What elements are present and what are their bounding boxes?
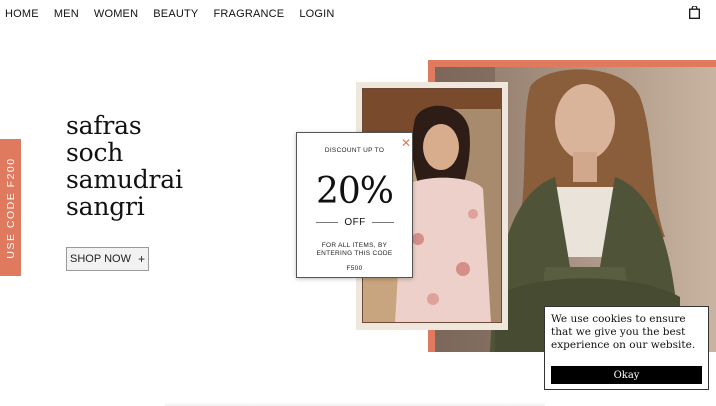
nav-item-women[interactable]: WOMEN: [94, 8, 138, 20]
popup-off-label: OFF: [344, 216, 366, 228]
popup-percent: 20%: [315, 171, 394, 212]
popup-description: FOR ALL ITEMS, BY ENTERING THIS CODE: [297, 242, 412, 258]
popup-description-line-1: FOR ALL ITEMS, BY: [321, 242, 388, 249]
popup-off-row: OFF: [316, 216, 395, 228]
nav-item-fragrance[interactable]: FRAGRANCE: [213, 8, 284, 20]
cookie-message: We use cookies to ensure that we give yo…: [551, 313, 696, 351]
shop-now-label: SHOP NOW: [70, 253, 131, 265]
headline-line-2: soch: [66, 138, 124, 167]
headline-line-4: sangri: [66, 192, 145, 221]
hero-headline: safras soch samudrai sangri: [66, 112, 183, 220]
shop-now-button[interactable]: SHOP NOW +: [66, 247, 149, 271]
plus-icon: +: [137, 252, 145, 266]
coupon-side-tab[interactable]: USE CODE F200: [0, 139, 21, 276]
nav-item-home[interactable]: HOME: [5, 8, 39, 20]
shopping-bag-icon[interactable]: [689, 6, 700, 19]
coupon-side-tab-label: USE CODE F200: [4, 156, 17, 259]
discount-popup: ✕ DISCOUNT UP TO 20% OFF FOR ALL ITEMS, …: [296, 132, 413, 278]
section-divider-shadow: [165, 402, 545, 406]
nav-menu: HOME MEN WOMEN BEAUTY FRAGRANCE LOGIN: [5, 8, 335, 20]
nav-item-login[interactable]: LOGIN: [299, 8, 334, 20]
nav-item-beauty[interactable]: BEAUTY: [153, 8, 198, 20]
popup-code: F500: [346, 265, 363, 272]
headline-line-1: safras: [66, 111, 142, 140]
popup-description-line-2: ENTERING THIS CODE: [316, 250, 393, 257]
divider-left: [316, 221, 339, 223]
popup-heading: DISCOUNT UP TO: [324, 147, 385, 154]
headline-line-3: samudrai: [66, 165, 183, 194]
top-navigation: HOME MEN WOMEN BEAUTY FRAGRANCE LOGIN: [0, 0, 716, 28]
divider-right: [371, 221, 395, 223]
cookie-okay-button[interactable]: Okay: [551, 366, 702, 384]
cookie-consent-banner: We use cookies to ensure that we give yo…: [544, 306, 709, 390]
nav-item-men[interactable]: MEN: [54, 8, 79, 20]
